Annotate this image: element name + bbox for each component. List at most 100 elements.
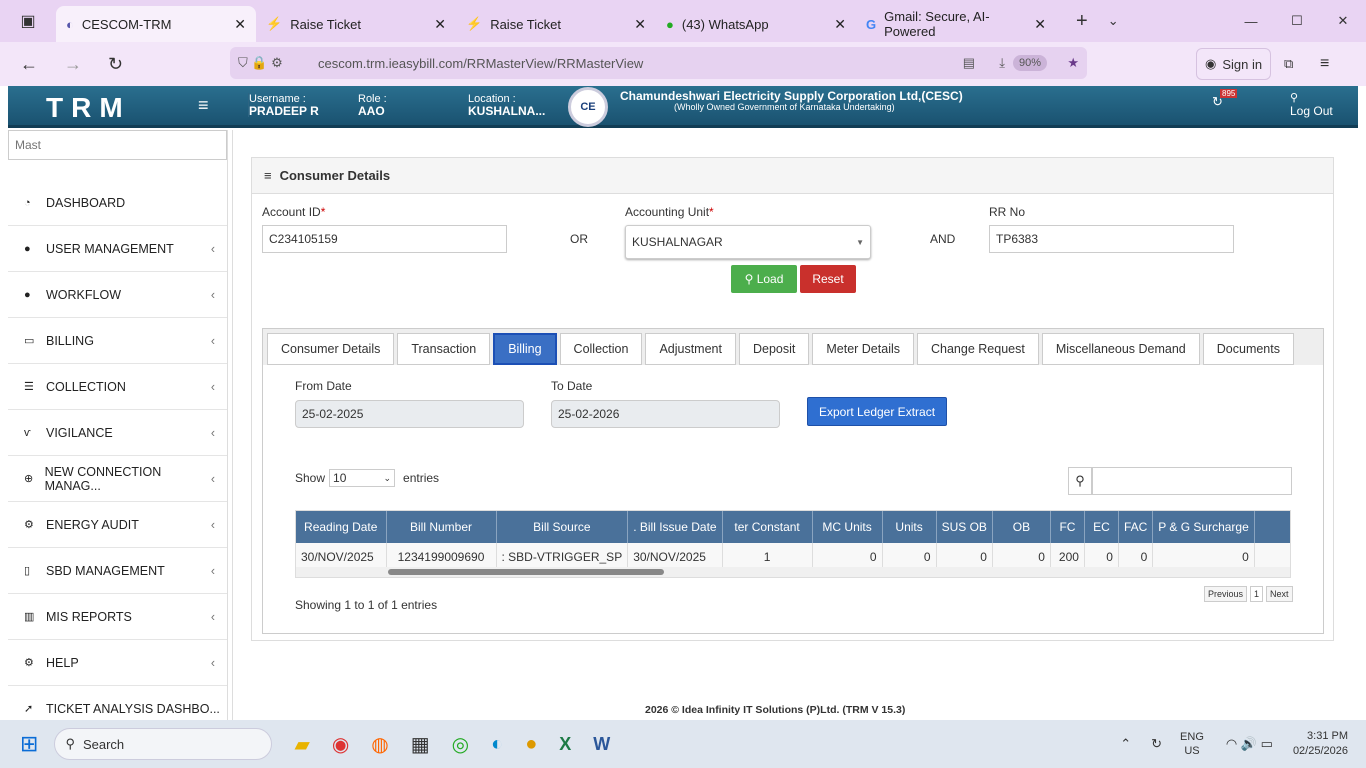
menu-search-input[interactable] bbox=[8, 130, 227, 160]
maximize-icon[interactable]: ☐ bbox=[1274, 13, 1320, 29]
table-search-input[interactable] bbox=[1092, 467, 1292, 495]
firefox-icon[interactable]: ◍ bbox=[371, 732, 388, 757]
billing-table: Reading Date Bill Number Bill Source. Bill… bbox=[296, 511, 1290, 571]
tab-meter-details[interactable]: Meter Details bbox=[812, 333, 914, 365]
sidebar-item[interactable]: ⚙ HELP ‹ bbox=[8, 640, 227, 686]
tab-deposit[interactable]: Deposit bbox=[738, 333, 810, 365]
tab-overview-icon[interactable]: ▣ bbox=[0, 11, 56, 31]
account-id-input[interactable]: C234105159 bbox=[262, 225, 507, 253]
close-icon[interactable]: ✕ bbox=[1034, 16, 1046, 33]
minimize-icon[interactable]: — bbox=[1228, 14, 1274, 29]
column-header[interactable]: Tax bbox=[1254, 511, 1290, 543]
sidebar-item[interactable]: ● WORKFLOW ‹ bbox=[8, 272, 227, 318]
reset-button[interactable]: Reset bbox=[800, 265, 856, 293]
sign-in-button[interactable]: ◉ Sign in bbox=[1196, 48, 1272, 80]
column-header[interactable]: Reading Date bbox=[296, 511, 387, 543]
whatsapp-icon[interactable]: ◎ bbox=[452, 732, 469, 757]
excel-icon[interactable]: X bbox=[559, 734, 571, 755]
clock-time[interactable]: 3:31 PM bbox=[1293, 729, 1348, 744]
calculator-icon[interactable]: ▦ bbox=[411, 732, 430, 757]
accounting-unit-select[interactable]: KUSHALNAGAR ▼ bbox=[625, 225, 871, 259]
rr-no-label: RR No bbox=[989, 205, 1026, 219]
column-header[interactable]: OB bbox=[992, 511, 1051, 543]
logout-button[interactable]: Log Out bbox=[1290, 104, 1333, 118]
hamburger-icon[interactable]: ≡ bbox=[198, 95, 209, 116]
column-header[interactable]: P & G Surcharge bbox=[1152, 511, 1255, 543]
sidebar-item[interactable]: ⱱ VIGILANCE ‹ bbox=[8, 410, 227, 456]
sidebar-item[interactable]: ● USER MANAGEMENT ‹ bbox=[8, 226, 227, 272]
sidebar-item[interactable]: ⚙ ENERGY AUDIT ‹ bbox=[8, 502, 227, 548]
address-bar[interactable]: ⛉ 🔒 ⚙ cescom.trm.ieasybill.com/RRMasterV… bbox=[230, 47, 1087, 79]
new-tab-icon[interactable]: + bbox=[1076, 10, 1088, 33]
next-button[interactable]: Next bbox=[1266, 586, 1293, 602]
taskbar-search[interactable]: ⚲ Search bbox=[54, 728, 273, 760]
to-date-input[interactable]: 25-02-2026 bbox=[551, 400, 780, 428]
back-icon[interactable]: ← bbox=[20, 54, 38, 75]
extensions-icon[interactable]: ⧉ bbox=[1284, 56, 1293, 72]
tab-consumer-details[interactable]: Consumer Details bbox=[267, 333, 395, 365]
sidebar-item[interactable]: ⊕ NEW CONNECTION MANAG... ‹ bbox=[8, 456, 227, 502]
chrome-icon[interactable]: ◉ bbox=[332, 732, 349, 757]
rr-no-input[interactable]: TP6383 bbox=[989, 225, 1234, 253]
close-icon[interactable]: ✕ bbox=[234, 16, 246, 33]
close-window-icon[interactable]: ✕ bbox=[1320, 13, 1366, 29]
load-button[interactable]: ⚲ Load bbox=[731, 265, 797, 293]
sidebar-item[interactable]: ☰ COLLECTION ‹ bbox=[8, 364, 227, 410]
forward-icon[interactable]: → bbox=[64, 54, 82, 75]
sync-icon[interactable]: ↻ bbox=[1151, 736, 1162, 752]
chevron-down-icon[interactable]: ⌄ bbox=[1108, 13, 1119, 29]
browser-tab[interactable]: ⚡ Raise Ticket ✕ bbox=[256, 6, 456, 42]
save-icon[interactable]: ⤓ bbox=[999, 55, 1005, 71]
tab-miscellaneous-demand[interactable]: Miscellaneous Demand bbox=[1041, 333, 1200, 365]
horizontal-scrollbar[interactable] bbox=[296, 567, 1290, 577]
chevron-up-icon[interactable]: ⌃ bbox=[1120, 736, 1131, 752]
column-header[interactable]: Bill Source bbox=[496, 511, 629, 543]
tab-collection[interactable]: Collection bbox=[559, 333, 643, 365]
column-header[interactable]: Bill Number bbox=[386, 511, 497, 543]
page-1-button[interactable]: 1 bbox=[1250, 586, 1264, 602]
menu-icon[interactable]: ≡ bbox=[1320, 55, 1329, 73]
browser-tab[interactable]: ◐ CESCOM-TRM ✕ bbox=[56, 6, 256, 42]
close-icon[interactable]: ✕ bbox=[834, 16, 846, 33]
column-header[interactable]: . Bill Issue Date bbox=[627, 511, 723, 543]
column-header[interactable]: Units bbox=[882, 511, 937, 543]
tab-transaction[interactable]: Transaction bbox=[397, 333, 491, 365]
column-header[interactable]: MC Units bbox=[812, 511, 883, 543]
tab-billing[interactable]: Billing bbox=[493, 333, 557, 365]
previous-button[interactable]: Previous bbox=[1204, 586, 1248, 602]
sidebar-item[interactable]: ▥ MIS REPORTS ‹ bbox=[8, 594, 227, 640]
sidebar-item[interactable]: ◔ DASHBOARD bbox=[8, 180, 227, 226]
close-icon[interactable]: ✕ bbox=[434, 16, 446, 33]
app-icon[interactable]: ● bbox=[525, 733, 537, 756]
export-ledger-button[interactable]: Export Ledger Extract bbox=[807, 397, 947, 426]
close-icon[interactable]: ✕ bbox=[634, 16, 646, 33]
sidebar-item[interactable]: ▯ SBD MANAGEMENT ‹ bbox=[8, 548, 227, 594]
entries-select[interactable]: 10 ⌄ bbox=[329, 469, 396, 487]
column-header[interactable]: FC bbox=[1050, 511, 1085, 543]
reader-icon[interactable]: ▤ bbox=[963, 55, 975, 71]
browser-tab[interactable]: ● (43) WhatsApp ✕ bbox=[656, 6, 856, 42]
tab-change-request[interactable]: Change Request bbox=[917, 333, 1039, 365]
tab-documents[interactable]: Documents bbox=[1202, 333, 1294, 365]
edge-icon[interactable]: ◐ bbox=[491, 733, 503, 756]
language[interactable]: ENG bbox=[1180, 730, 1204, 744]
sidebar-item[interactable]: ▭ BILLING ‹ bbox=[8, 318, 227, 364]
file-explorer-icon[interactable]: ▰ bbox=[294, 732, 309, 757]
clock-date[interactable]: 02/25/2026 bbox=[1293, 744, 1348, 759]
zoom-level[interactable]: 90% bbox=[1012, 55, 1047, 71]
windows-start-icon[interactable]: ⊞ bbox=[20, 731, 38, 757]
column-header[interactable]: SUS OB bbox=[936, 511, 993, 543]
from-date-input[interactable]: 25-02-2025 bbox=[295, 400, 524, 428]
word-icon[interactable]: W bbox=[593, 734, 610, 755]
browser-tab[interactable]: G Gmail: Secure, AI-Powered ✕ bbox=[856, 6, 1056, 42]
browser-tab[interactable]: ⚡ Raise Ticket ✕ bbox=[456, 6, 656, 42]
column-header[interactable]: FAC bbox=[1118, 511, 1154, 543]
whatsapp-icon: ● bbox=[666, 16, 674, 32]
star-icon[interactable]: ★ bbox=[1067, 55, 1079, 71]
reload-icon[interactable]: ↻ bbox=[108, 54, 123, 75]
wifi-volume-battery-icon[interactable]: ◠ 🔊 ▭ bbox=[1226, 736, 1273, 752]
tab-adjustment[interactable]: Adjustment bbox=[645, 333, 736, 365]
column-header[interactable]: ter Constant bbox=[722, 511, 813, 543]
user-icon: ● bbox=[24, 288, 31, 301]
column-header[interactable]: EC bbox=[1084, 511, 1119, 543]
